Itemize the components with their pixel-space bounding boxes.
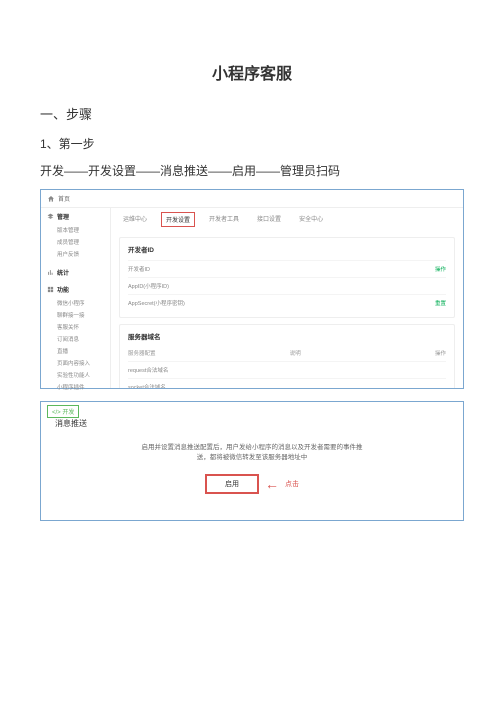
tab-dev-tools[interactable]: 开发者工具 <box>205 212 243 227</box>
table-row: AppSecret(小程序密钥) 重置 <box>128 294 446 311</box>
sidebar-group-stats[interactable]: 统计 <box>47 268 104 277</box>
sidebar-item[interactable]: 实验性功能人 <box>47 369 104 381</box>
sidebar-item[interactable]: 直播 <box>47 345 104 357</box>
message-push-title: 消息推送 <box>55 418 449 429</box>
domain-table-head: 服务器配置 说明 操作 <box>128 347 446 361</box>
arrow-icon: ← <box>265 476 279 492</box>
sidebar-item[interactable]: 聊群接一接 <box>47 309 104 321</box>
tab-ops[interactable]: 运维中心 <box>119 212 151 227</box>
breadcrumb: 开发——开发设置——消息推送——启用——管理员扫码 <box>40 162 464 179</box>
sidebar-item[interactable]: 用户反馈 <box>47 248 104 260</box>
home-icon <box>47 195 55 203</box>
sidebar-item[interactable]: 小程序插件 <box>47 381 104 393</box>
col: 说明 <box>290 349 301 357</box>
doc-title: 小程序客服 <box>40 60 464 84</box>
col-action: 操作 <box>435 265 446 273</box>
row-label: AppSecret(小程序密钥) <box>128 299 198 307</box>
sidebar-item[interactable]: 微信小程序 <box>47 297 104 309</box>
sidebar-item[interactable]: 页面内容接入 <box>47 357 104 369</box>
row-action[interactable]: 重置 <box>435 299 446 307</box>
grid-icon <box>47 286 54 293</box>
sidebar-item[interactable]: 订阅消息 <box>47 333 104 345</box>
sidebar-item[interactable]: 成员管理 <box>47 236 104 248</box>
tabs: 运维中心 开发设置 开发者工具 接口设置 安全中心 <box>119 208 455 231</box>
table-row: AppID(小程序ID) <box>128 277 446 294</box>
layers-icon <box>47 213 54 220</box>
sidebar-group-manage[interactable]: 管理 <box>47 212 104 221</box>
enable-row: 启用 ← 点击 <box>55 474 449 494</box>
tab-dev-settings[interactable]: 开发设置 <box>161 212 195 227</box>
chart-icon <box>47 269 54 276</box>
sidebar-group-label: 管理 <box>57 212 69 221</box>
row-label: request合法域名 <box>128 366 198 374</box>
panel-title: 开发者ID <box>128 244 446 254</box>
dev-label: 开发 <box>62 410 74 416</box>
col-label: 开发者ID <box>128 265 198 273</box>
desc-line2: 送，都将被微信转发至该服务器地址中 <box>197 454 308 461</box>
screenshot-message-push: 消息推送 启用并设置消息推送配置后，用户发给小程序的消息以及开发者需要的事件推 … <box>40 401 464 521</box>
screenshot-dev-settings: 首页 管理 版本管理 成员管理 用户反馈 统计 <box>40 189 464 389</box>
sidebar-item-develop-highlight[interactable]: </> 开发 <box>47 405 79 418</box>
server-domain-panel: 服务器域名 服务器配置 说明 操作 request合法域名 socket合法域名 <box>119 324 455 388</box>
sidebar-group-label: 统计 <box>57 268 69 277</box>
home-label[interactable]: 首页 <box>58 194 70 203</box>
sidebar: 管理 版本管理 成员管理 用户反馈 统计 功能 微信小程序 聊群接一接 客 <box>41 208 111 388</box>
sidebar-group-features[interactable]: 功能 <box>47 285 104 294</box>
table-header-row: 开发者ID 操作 <box>128 260 446 277</box>
message-push-desc: 启用并设置消息推送配置后，用户发给小程序的消息以及开发者需要的事件推 送，都将被… <box>55 443 449 464</box>
enable-button[interactable]: 启用 <box>205 474 259 494</box>
col: 服务器配置 <box>128 349 156 357</box>
sidebar-group-label: 功能 <box>57 285 69 294</box>
table-row: request合法域名 <box>128 361 446 378</box>
sidebar-item[interactable]: 客服关怀 <box>47 321 104 333</box>
row-label: AppID(小程序ID) <box>128 282 198 290</box>
topbar: 首页 <box>41 190 463 208</box>
tab-api-settings[interactable]: 接口设置 <box>253 212 285 227</box>
section-heading: 一、步骤 <box>40 104 464 123</box>
step-heading: 1、第一步 <box>40 135 464 152</box>
click-annotation: 点击 <box>285 479 299 489</box>
row-label: socket合法域名 <box>128 383 198 388</box>
table-row: socket合法域名 <box>128 378 446 388</box>
document-root: 小程序客服 一、步骤 1、第一步 开发——开发设置——消息推送——启用——管理员… <box>0 0 504 541</box>
desc-line1: 启用并设置消息推送配置后，用户发给小程序的消息以及开发者需要的事件推 <box>142 444 363 451</box>
tab-security[interactable]: 安全中心 <box>295 212 327 227</box>
col: 操作 <box>435 349 446 357</box>
sidebar-item[interactable]: 版本管理 <box>47 224 104 236</box>
panel-title: 服务器域名 <box>128 331 446 341</box>
developer-id-panel: 开发者ID 开发者ID 操作 AppID(小程序ID) AppSecret(小程… <box>119 237 455 318</box>
content-area: 运维中心 开发设置 开发者工具 接口设置 安全中心 开发者ID 开发者ID 操作… <box>111 208 463 388</box>
